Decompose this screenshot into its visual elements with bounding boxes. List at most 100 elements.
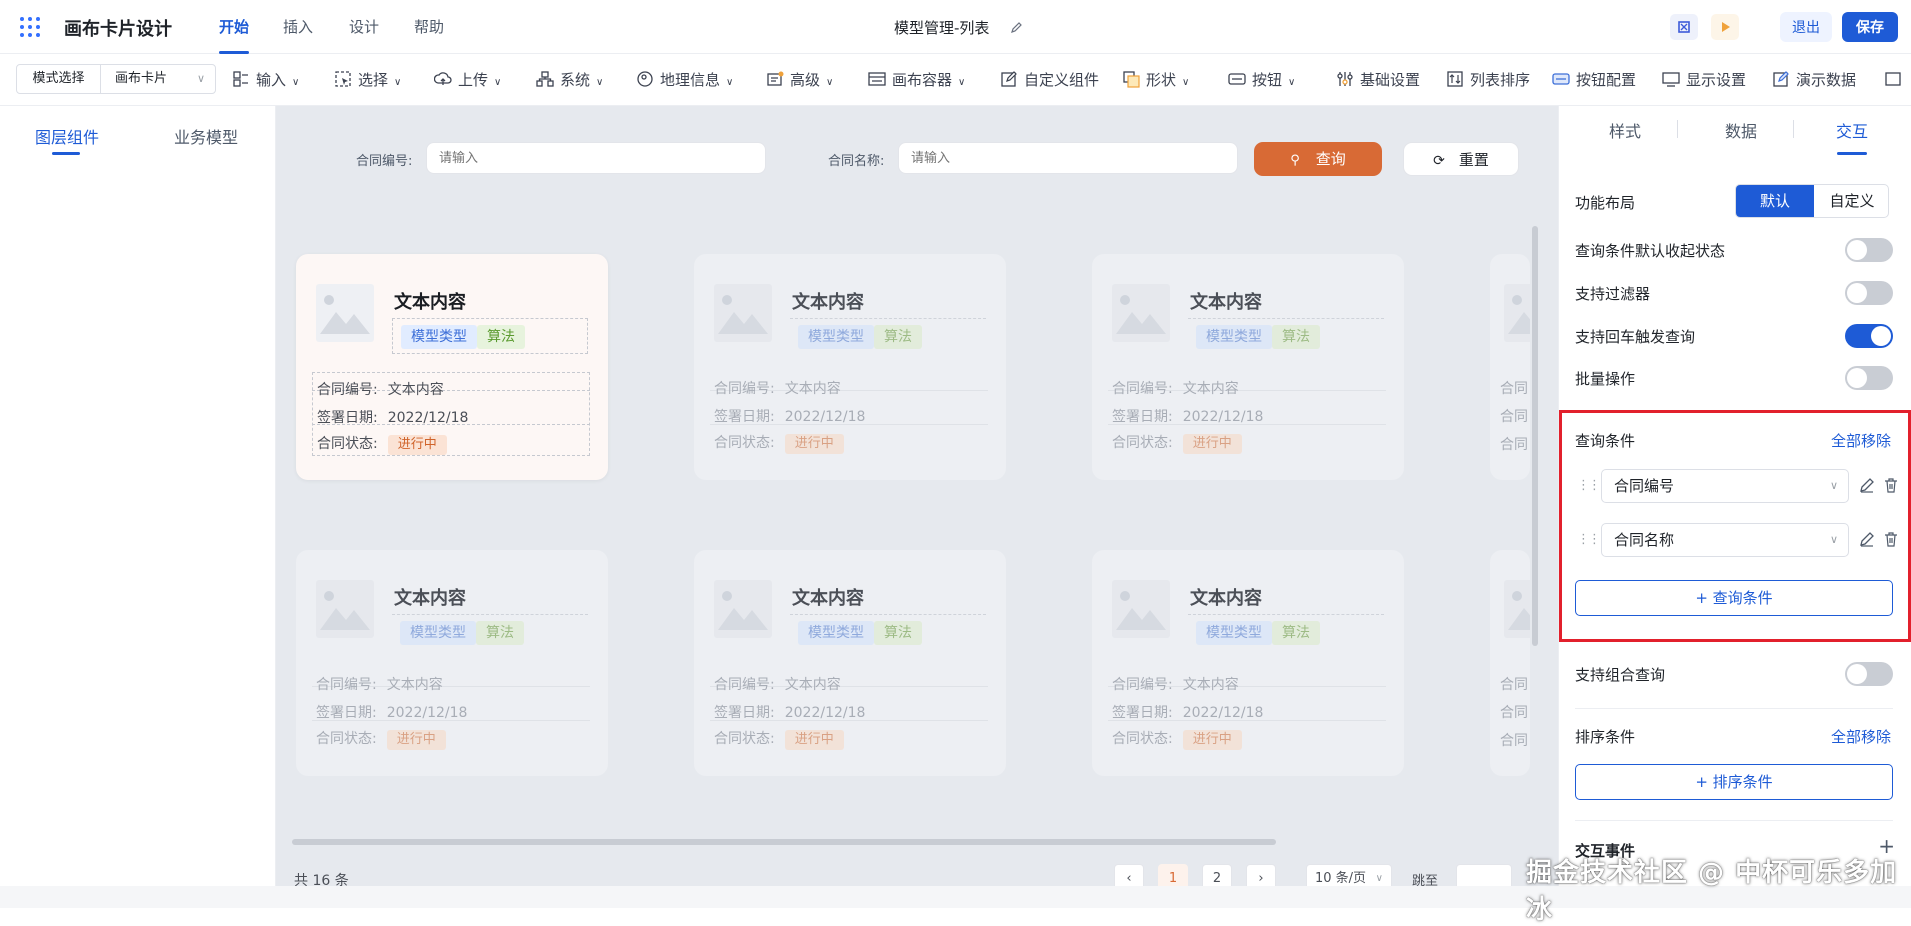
status-badge: 进行中 <box>784 434 844 454</box>
image-placeholder-icon <box>1504 580 1530 638</box>
field-status: 合同状态: 进行中 <box>1112 728 1242 750</box>
card[interactable]: 文本内容 模型类型 算法 合同编号: 文本内容 签署日期: 2022/12/18 合同状态: 进… <box>296 550 608 776</box>
save-button[interactable]: 保存 <box>1842 12 1898 42</box>
combo-query-toggle[interactable] <box>1845 662 1893 686</box>
card[interactable]: 文本内容 模型类型 算法 合同编号: 文本内容 签署日期: 2022/12/18 合同状态: 进… <box>1092 550 1404 776</box>
tool-button-config[interactable]: 按钮配置 <box>1552 68 1636 92</box>
tool-select[interactable]: 选择 ∨ <box>334 68 401 92</box>
page-1-button[interactable]: 1 <box>1158 864 1188 886</box>
status-badge: 进行中 <box>387 435 447 455</box>
page-size-select[interactable]: 10 条/页 ∨ <box>1306 864 1392 886</box>
menu-design[interactable]: 设计 <box>349 0 379 54</box>
filter-toggle[interactable] <box>1845 281 1893 305</box>
toolbar-more[interactable] <box>1884 68 1908 92</box>
sliders-icon <box>1337 72 1353 86</box>
field-label: 合同编号: <box>1112 381 1173 397</box>
condition-select-1[interactable]: 合同编号 ∨ <box>1601 469 1849 503</box>
drag-handle-icon[interactable]: ⋮⋮ <box>1577 532 1601 547</box>
image-placeholder-icon <box>316 580 374 638</box>
field-label: 签署日期: <box>317 410 378 426</box>
delete-icon[interactable] <box>1883 477 1899 493</box>
menu-help[interactable]: 帮助 <box>414 0 444 54</box>
shape-icon <box>1123 71 1140 88</box>
tab-layer-components[interactable]: 图层组件 <box>35 124 99 148</box>
edit-title-icon[interactable] <box>1010 20 1024 34</box>
field-label: 合同 <box>1500 733 1528 749</box>
menu-start[interactable]: 开始 <box>219 0 250 54</box>
edit-icon[interactable] <box>1859 477 1875 493</box>
reset-button[interactable]: ⟳ 重置 <box>1403 142 1519 176</box>
next-page-button[interactable]: › <box>1246 864 1276 886</box>
play-icon[interactable] <box>1711 14 1739 40</box>
field-label: 合同编号: <box>316 677 377 693</box>
layout-default-option[interactable]: 默认 <box>1736 185 1814 217</box>
canvas-area[interactable]: 合同编号: 合同名称: ⚲查询 ⟳重置 文本内容模型类型算法合同编号:文本内容签… <box>276 106 1558 886</box>
card[interactable]: 文本内容 模型类型 算法 合同编号: 文本内容 签署日期: 2022/12/18 合同状态: 进… <box>694 254 1006 480</box>
left-tab-indicator <box>52 152 80 155</box>
tool-geo[interactable]: 地理信息 ∨ <box>636 68 733 92</box>
edit-icon[interactable] <box>1859 531 1875 547</box>
tool-input[interactable]: 输入 ∨ <box>232 68 299 92</box>
card[interactable]: 文本内容 模型类型 算法 合同编号: 文本内容 签署日期: 2022/12/18 合同状态: 进… <box>296 254 608 480</box>
card-partial[interactable]: 合同 合同 合同 <box>1490 550 1530 776</box>
tab-business-model[interactable]: 业务模型 <box>174 124 238 148</box>
tag-model-type: 模型类型 <box>1196 325 1272 349</box>
menu-insert[interactable]: 插入 <box>283 0 313 54</box>
remove-all-sort-link[interactable]: 全部移除 <box>1831 726 1891 747</box>
card[interactable]: 文本内容 模型类型 算法 合同编号: 文本内容 签署日期: 2022/12/18 合同状态: 进… <box>1092 254 1404 480</box>
tool-display-settings[interactable]: 显示设置 <box>1662 68 1746 92</box>
jump-input[interactable] <box>1456 864 1512 886</box>
tool-shape[interactable]: 形状 ∨ <box>1122 68 1189 92</box>
tool-demo-data[interactable]: 演示数据 <box>1772 68 1856 92</box>
preview-icon[interactable] <box>1670 14 1698 40</box>
apps-grid-icon[interactable] <box>20 17 40 37</box>
batch-toggle[interactable] <box>1845 366 1893 390</box>
search-button-label: 查询 <box>1315 150 1346 168</box>
tab-separator <box>1793 120 1794 138</box>
condition-select-2[interactable]: 合同名称 ∨ <box>1601 523 1849 557</box>
card-tags: 模型类型 算法 <box>392 318 588 354</box>
tag-algorithm: 算法 <box>477 325 525 349</box>
input-icon <box>233 71 248 87</box>
collapse-toggle[interactable] <box>1845 238 1893 262</box>
tab-interaction[interactable]: 交互 <box>1836 118 1868 142</box>
drag-handle-icon[interactable]: ⋮⋮ <box>1577 478 1601 493</box>
search-button[interactable]: ⚲ 查询 <box>1254 142 1382 176</box>
tool-system[interactable]: 系统 ∨ <box>536 68 603 92</box>
page-2-button[interactable]: 2 <box>1202 864 1232 886</box>
field-label: 签署日期: <box>1112 409 1173 425</box>
tool-button[interactable]: 按钮 ∨ <box>1228 68 1295 92</box>
layout-segmented-control[interactable]: 默认 自定义 <box>1735 184 1889 218</box>
tab-data[interactable]: 数据 <box>1725 118 1757 142</box>
tool-upload[interactable]: 上传 ∨ <box>434 68 501 92</box>
field-value: 文本内容 <box>387 382 444 398</box>
mode-select[interactable]: 模式选择 画布卡片 ∨ <box>16 64 216 94</box>
field-label: 合同编号: <box>317 382 378 398</box>
tool-basic-settings[interactable]: 基础设置 <box>1336 68 1420 92</box>
horizontal-scrollbar[interactable] <box>292 839 1276 845</box>
delete-icon[interactable] <box>1883 531 1899 547</box>
reset-button-label: 重置 <box>1458 151 1489 169</box>
add-query-condition-button[interactable]: + 查询条件 <box>1575 580 1893 616</box>
layout-custom-option[interactable]: 自定义 <box>1814 185 1888 217</box>
remove-all-query-link[interactable]: 全部移除 <box>1831 430 1891 451</box>
add-sort-condition-button[interactable]: + 排序条件 <box>1575 764 1893 800</box>
contract-no-input[interactable] <box>426 142 766 174</box>
field-label: 合同状态: <box>1112 731 1173 747</box>
tool-advanced[interactable]: 高级 ∨ <box>766 68 833 92</box>
vertical-scrollbar[interactable] <box>1532 226 1538 646</box>
tool-canvas-container[interactable]: 画布容器 ∨ <box>868 68 965 92</box>
tab-style[interactable]: 样式 <box>1609 118 1641 142</box>
tool-list-sort[interactable]: 列表排序 <box>1446 68 1530 92</box>
divider <box>1575 708 1893 709</box>
field-value: 2022/12/18 <box>1182 409 1264 425</box>
tool-custom-component[interactable]: 自定义组件 <box>1000 68 1099 92</box>
enter-query-toggle[interactable] <box>1845 324 1893 348</box>
contract-name-input[interactable] <box>898 142 1238 174</box>
prev-page-button[interactable]: ‹ <box>1114 864 1144 886</box>
app-title: 画布卡片设计 <box>64 19 172 40</box>
card-fields: 合同编号: 文本内容 签署日期: 2022/12/18 合同状态: 进行中 <box>312 668 590 752</box>
exit-button[interactable]: 退出 <box>1780 12 1832 42</box>
card-partial[interactable]: 合同 合同 合同 <box>1490 254 1530 480</box>
card[interactable]: 文本内容 模型类型 算法 合同编号: 文本内容 签署日期: 2022/12/18 合同状态: 进… <box>694 550 1006 776</box>
